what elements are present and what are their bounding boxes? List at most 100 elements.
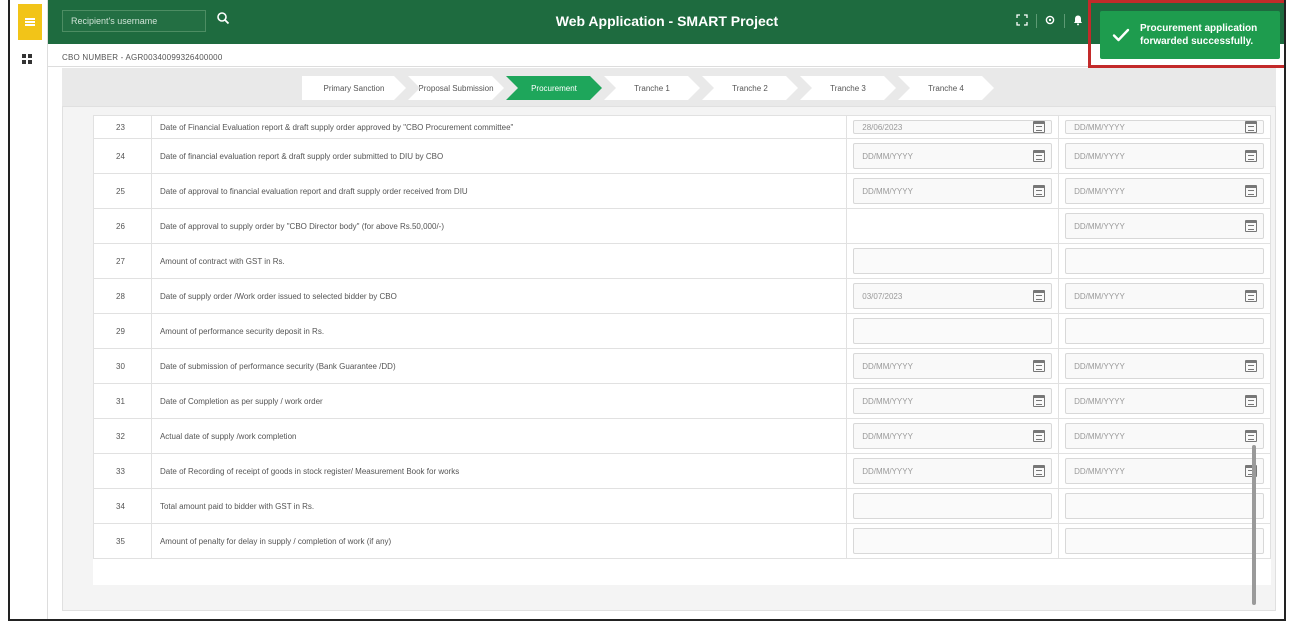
calendar-icon[interactable] xyxy=(1033,360,1046,372)
progress-stepper: Primary Sanction Proposal Submission Pro… xyxy=(62,68,1276,106)
input-cell: 03/07/2023 xyxy=(846,278,1060,314)
input-cell: 28/06/2023 xyxy=(846,115,1060,139)
date-field[interactable]: DD/MM/YYYY xyxy=(1065,458,1264,484)
vertical-scrollbar[interactable] xyxy=(1252,445,1256,605)
date-field[interactable]: DD/MM/YYYY xyxy=(853,353,1053,379)
field-value: DD/MM/YYYY xyxy=(1074,431,1125,441)
calendar-icon[interactable] xyxy=(1245,430,1257,442)
date-field[interactable]: DD/MM/YYYY xyxy=(853,388,1053,414)
input-cell: DD/MM/YYYY xyxy=(1058,115,1271,139)
toast-message: Procurement application forwarded succes… xyxy=(1140,23,1258,47)
row-number: 23 xyxy=(93,115,152,139)
amount-field[interactable] xyxy=(853,528,1053,554)
input-cell xyxy=(1058,523,1271,559)
amount-field[interactable] xyxy=(1065,318,1264,344)
calendar-icon[interactable] xyxy=(1033,121,1046,133)
row-number: 33 xyxy=(93,453,152,489)
calendar-icon[interactable] xyxy=(1245,360,1257,372)
calendar-icon[interactable] xyxy=(1245,220,1257,232)
left-rail xyxy=(10,0,48,619)
step-tranche-4[interactable]: Tranche 4 xyxy=(898,76,994,100)
row-number: 30 xyxy=(93,348,152,384)
expand-icon[interactable] xyxy=(1016,14,1028,26)
step-procurement[interactable]: Procurement xyxy=(506,76,602,100)
row-number: 26 xyxy=(93,208,152,244)
field-value: DD/MM/YYYY xyxy=(862,151,913,161)
step-tranche-1[interactable]: Tranche 1 xyxy=(604,76,700,100)
calendar-icon[interactable] xyxy=(1033,465,1046,477)
calendar-icon[interactable] xyxy=(1033,395,1046,407)
calendar-icon[interactable] xyxy=(1033,290,1046,302)
date-field[interactable]: DD/MM/YYYY xyxy=(1065,283,1264,309)
field-value: DD/MM/YYYY xyxy=(1074,151,1125,161)
date-field[interactable]: DD/MM/YYYY xyxy=(1065,143,1264,169)
date-field[interactable]: DD/MM/YYYY xyxy=(1065,423,1264,449)
calendar-icon[interactable] xyxy=(1033,430,1046,442)
row-number: 24 xyxy=(93,138,152,174)
row-description: Date of supply order /Work order issued … xyxy=(150,278,848,314)
input-cell xyxy=(1058,313,1271,349)
amount-field[interactable] xyxy=(853,493,1053,519)
date-field[interactable]: DD/MM/YYYY xyxy=(853,458,1053,484)
amount-field[interactable] xyxy=(853,248,1053,274)
amount-field[interactable] xyxy=(1065,528,1264,554)
table-row: 35 Amount of penalty for delay in supply … xyxy=(93,523,1271,559)
calendar-icon[interactable] xyxy=(1245,290,1257,302)
input-cell xyxy=(846,313,1060,349)
table-row: 25 Date of approval to financial evaluati… xyxy=(93,173,1271,209)
calendar-icon[interactable] xyxy=(1245,121,1257,133)
procurement-table: 23 Date of Financial Evaluation report & … xyxy=(93,115,1271,585)
step-tranche-2[interactable]: Tranche 2 xyxy=(702,76,798,100)
date-field[interactable]: DD/MM/YYYY xyxy=(1065,388,1264,414)
step-proposal-submission[interactable]: Proposal Submission xyxy=(408,76,504,100)
calendar-icon[interactable] xyxy=(1245,150,1257,162)
cbo-number: CBO NUMBER - AGR00340099326400000 xyxy=(62,53,223,62)
date-field[interactable]: DD/MM/YYYY xyxy=(1065,213,1264,239)
input-cell: DD/MM/YYYY xyxy=(1058,418,1271,454)
row-description: Total amount paid to bidder with GST in … xyxy=(150,488,848,524)
row-number: 29 xyxy=(93,313,152,349)
input-cell: DD/MM/YYYY xyxy=(846,173,1060,209)
date-field[interactable]: 28/06/2023 xyxy=(853,120,1053,134)
date-field[interactable]: DD/MM/YYYY xyxy=(1065,120,1264,134)
input-cell xyxy=(846,243,1060,279)
settings-icon[interactable] xyxy=(1044,14,1056,26)
table-row: 33 Date of Recording of receipt of goods … xyxy=(93,453,1271,489)
toast-highlight: Procurement application forwarded succes… xyxy=(1088,0,1284,68)
input-cell xyxy=(846,208,1060,244)
date-field[interactable]: DD/MM/YYYY xyxy=(853,143,1053,169)
field-value: DD/MM/YYYY xyxy=(1074,122,1125,132)
field-value: DD/MM/YYYY xyxy=(1074,361,1125,371)
table-row: 34 Total amount paid to bidder with GST i… xyxy=(93,488,1271,524)
calendar-icon[interactable] xyxy=(1245,395,1257,407)
row-description: Date of financial evaluation report & dr… xyxy=(150,138,848,174)
notification-bell-icon[interactable] xyxy=(1072,14,1084,26)
input-cell: DD/MM/YYYY xyxy=(1058,348,1271,384)
input-cell xyxy=(1058,243,1271,279)
grid-apps-icon[interactable] xyxy=(22,54,32,64)
amount-field[interactable] xyxy=(1065,248,1264,274)
hamburger-menu-button[interactable] xyxy=(18,4,42,40)
table-row: 30 Date of submission of performance secu… xyxy=(93,348,1271,384)
field-value: DD/MM/YYYY xyxy=(862,466,913,476)
row-description: Date of submission of performance securi… xyxy=(150,348,848,384)
table-row: 28 Date of supply order /Work order issue… xyxy=(93,278,1271,314)
date-field[interactable]: 03/07/2023 xyxy=(853,283,1053,309)
field-value: DD/MM/YYYY xyxy=(1074,466,1125,476)
date-field[interactable]: DD/MM/YYYY xyxy=(853,178,1053,204)
input-cell: DD/MM/YYYY xyxy=(1058,208,1271,244)
calendar-icon[interactable] xyxy=(1033,185,1046,197)
date-field[interactable]: DD/MM/YYYY xyxy=(1065,178,1264,204)
amount-field[interactable] xyxy=(1065,493,1264,519)
amount-field[interactable] xyxy=(853,318,1053,344)
input-cell xyxy=(846,488,1060,524)
step-tranche-3[interactable]: Tranche 3 xyxy=(800,76,896,100)
calendar-icon[interactable] xyxy=(1033,150,1046,162)
input-cell: DD/MM/YYYY xyxy=(846,383,1060,419)
step-primary-sanction[interactable]: Primary Sanction xyxy=(302,76,406,100)
date-field[interactable]: DD/MM/YYYY xyxy=(1065,353,1264,379)
input-cell: DD/MM/YYYY xyxy=(846,138,1060,174)
row-description: Actual date of supply /work completion xyxy=(150,418,848,454)
date-field[interactable]: DD/MM/YYYY xyxy=(853,423,1053,449)
calendar-icon[interactable] xyxy=(1245,185,1257,197)
